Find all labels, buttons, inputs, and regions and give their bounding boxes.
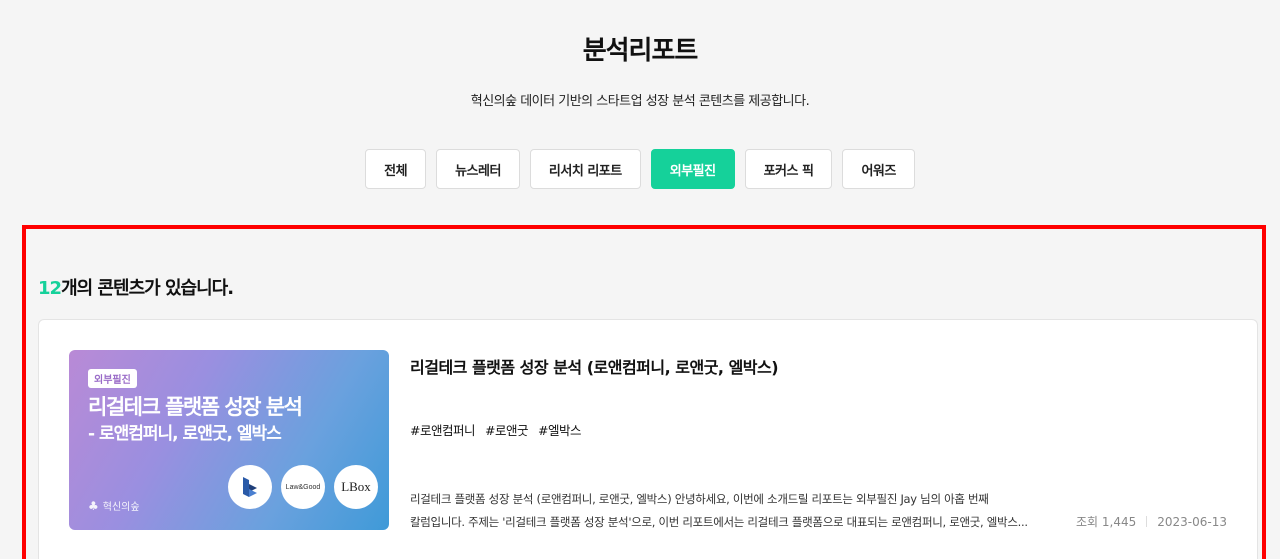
description-line1: 리걸테크 플랫폼 성장 분석 (로앤컴퍼니, 로앤굿, 엘박스) 안녕하세요, … bbox=[410, 492, 989, 506]
tab-awards[interactable]: 어워즈 bbox=[842, 149, 915, 189]
tab-all[interactable]: 전체 bbox=[365, 149, 427, 189]
tab-external-writers[interactable]: 외부필진 bbox=[650, 149, 735, 189]
category-tabs: 전체 뉴스레터 리서치 리포트 외부필진 포커스 픽 어워즈 bbox=[0, 149, 1280, 189]
description-line2: 칼럼입니다. 주제는 '리걸테크 플랫폼 성장 분석'으로, 이번 리포트에서는… bbox=[410, 515, 1028, 529]
card-thumbnail[interactable]: 외부필진 리걸테크 플랫폼 성장 분석 - 로앤컴퍼니, 로앤굿, 엘박스 ♣ … bbox=[69, 350, 389, 530]
view-count: 조회 1,445 bbox=[1076, 515, 1137, 529]
thumbnail-badge: 외부필진 bbox=[88, 369, 137, 388]
thumbnail-title-line1: 리걸테크 플랫폼 성장 분석 bbox=[88, 395, 303, 419]
lawgood-logo-text: Law&Good bbox=[285, 483, 321, 491]
meta-divider bbox=[1146, 516, 1148, 527]
tag-item[interactable]: #로앤굿 bbox=[485, 420, 528, 439]
publish-date: 2023-06-13 bbox=[1157, 514, 1227, 529]
lawgood-logo: Law&Good bbox=[281, 465, 325, 509]
results-count-suffix: 개의 콘텐츠가 있습니다. bbox=[61, 278, 234, 299]
card-tags: #로앤컴퍼니 #로앤굿 #엘박스 bbox=[410, 420, 581, 439]
card-description: 리걸테크 플랫폼 성장 분석 (로앤컴퍼니, 로앤굿, 엘박스) 안녕하세요, … bbox=[410, 488, 1070, 534]
page-title: 분석리포트 bbox=[582, 36, 699, 66]
tab-newsletter[interactable]: 뉴스레터 bbox=[436, 149, 520, 189]
tab-focus-pick[interactable]: 포커스 픽 bbox=[744, 149, 833, 189]
forest-logo-icon: ♣ bbox=[88, 498, 99, 513]
thumbnail-brand: ♣ 혁신의숲 bbox=[88, 498, 140, 514]
content-card[interactable]: 외부필진 리걸테크 플랫폼 성장 분석 - 로앤컴퍼니, 로앤굿, 엘박스 ♣ … bbox=[38, 319, 1258, 559]
results-count: 12개의 콘텐츠가 있습니다. bbox=[38, 274, 234, 300]
thumbnail-title-line2: - 로앤컴퍼니, 로앤굿, 엘박스 bbox=[88, 424, 282, 444]
results-count-number: 12 bbox=[38, 278, 62, 299]
lbox-logo-text: LBox bbox=[341, 479, 371, 494]
card-meta: 조회 1,445 2023-06-13 bbox=[1076, 513, 1227, 530]
tag-item[interactable]: #로앤컴퍼니 bbox=[410, 420, 475, 439]
card-title[interactable]: 리걸테크 플랫폼 성장 분석 (로앤컴퍼니, 로앤굿, 엘박스) bbox=[410, 354, 779, 378]
tag-item[interactable]: #엘박스 bbox=[538, 420, 581, 439]
lawcompany-logo-icon bbox=[228, 465, 272, 509]
thumbnail-brand-label: 혁신의숲 bbox=[102, 502, 140, 513]
page-subtitle: 혁신의숲 데이터 기반의 스타트업 성장 분석 콘텐츠를 제공합니다. bbox=[470, 94, 810, 109]
tab-research-report[interactable]: 리서치 리포트 bbox=[529, 149, 641, 189]
lbox-logo: LBox bbox=[334, 465, 378, 509]
